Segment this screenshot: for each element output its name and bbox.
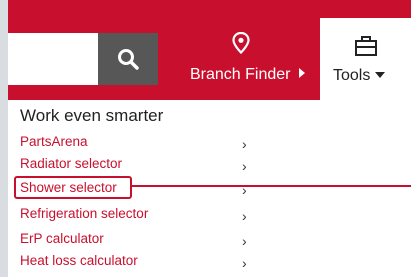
highlight-annotation-box (14, 176, 132, 199)
branch-finder-link[interactable]: Branch Finder (178, 26, 320, 94)
branch-finder-label: Branch Finder (190, 66, 291, 83)
menu-item-label: Radiator selector (20, 156, 123, 171)
menu-item-refrigeration-selector[interactable]: Refrigeration selector › (20, 206, 260, 226)
search-input[interactable] (8, 33, 98, 85)
toolbox-icon (355, 36, 377, 56)
search-icon (118, 49, 139, 70)
menu-item-erp-calculator[interactable]: ErP calculator › (20, 231, 260, 251)
menu-item-label: PartsArena (20, 134, 88, 149)
menu-item-heat-loss-calculator[interactable]: Heat loss calculator › (20, 253, 260, 273)
tools-label: Tools (333, 67, 371, 84)
menu-item-label: Refrigeration selector (20, 206, 149, 221)
map-pin-icon (232, 32, 250, 54)
chevron-right-icon: › (242, 208, 247, 224)
chevron-right-icon: › (242, 158, 247, 174)
tools-menu-button[interactable]: Tools (320, 18, 411, 100)
chevron-down-icon (375, 72, 386, 78)
highlight-annotation-line (132, 185, 411, 187)
chevron-right-icon: › (242, 136, 247, 152)
menu-item-partsarena[interactable]: PartsArena › (20, 134, 260, 154)
menu-heading: Work even smarter (20, 106, 164, 125)
menu-item-label: ErP calculator (20, 231, 104, 246)
page-edge (0, 0, 8, 277)
chevron-right-icon: › (242, 255, 247, 271)
arrow-right-icon (298, 68, 305, 78)
chevron-right-icon: › (242, 233, 247, 249)
search-button[interactable] (98, 33, 158, 85)
menu-item-radiator-selector[interactable]: Radiator selector › (20, 156, 260, 176)
menu-item-label: Heat loss calculator (20, 253, 138, 268)
